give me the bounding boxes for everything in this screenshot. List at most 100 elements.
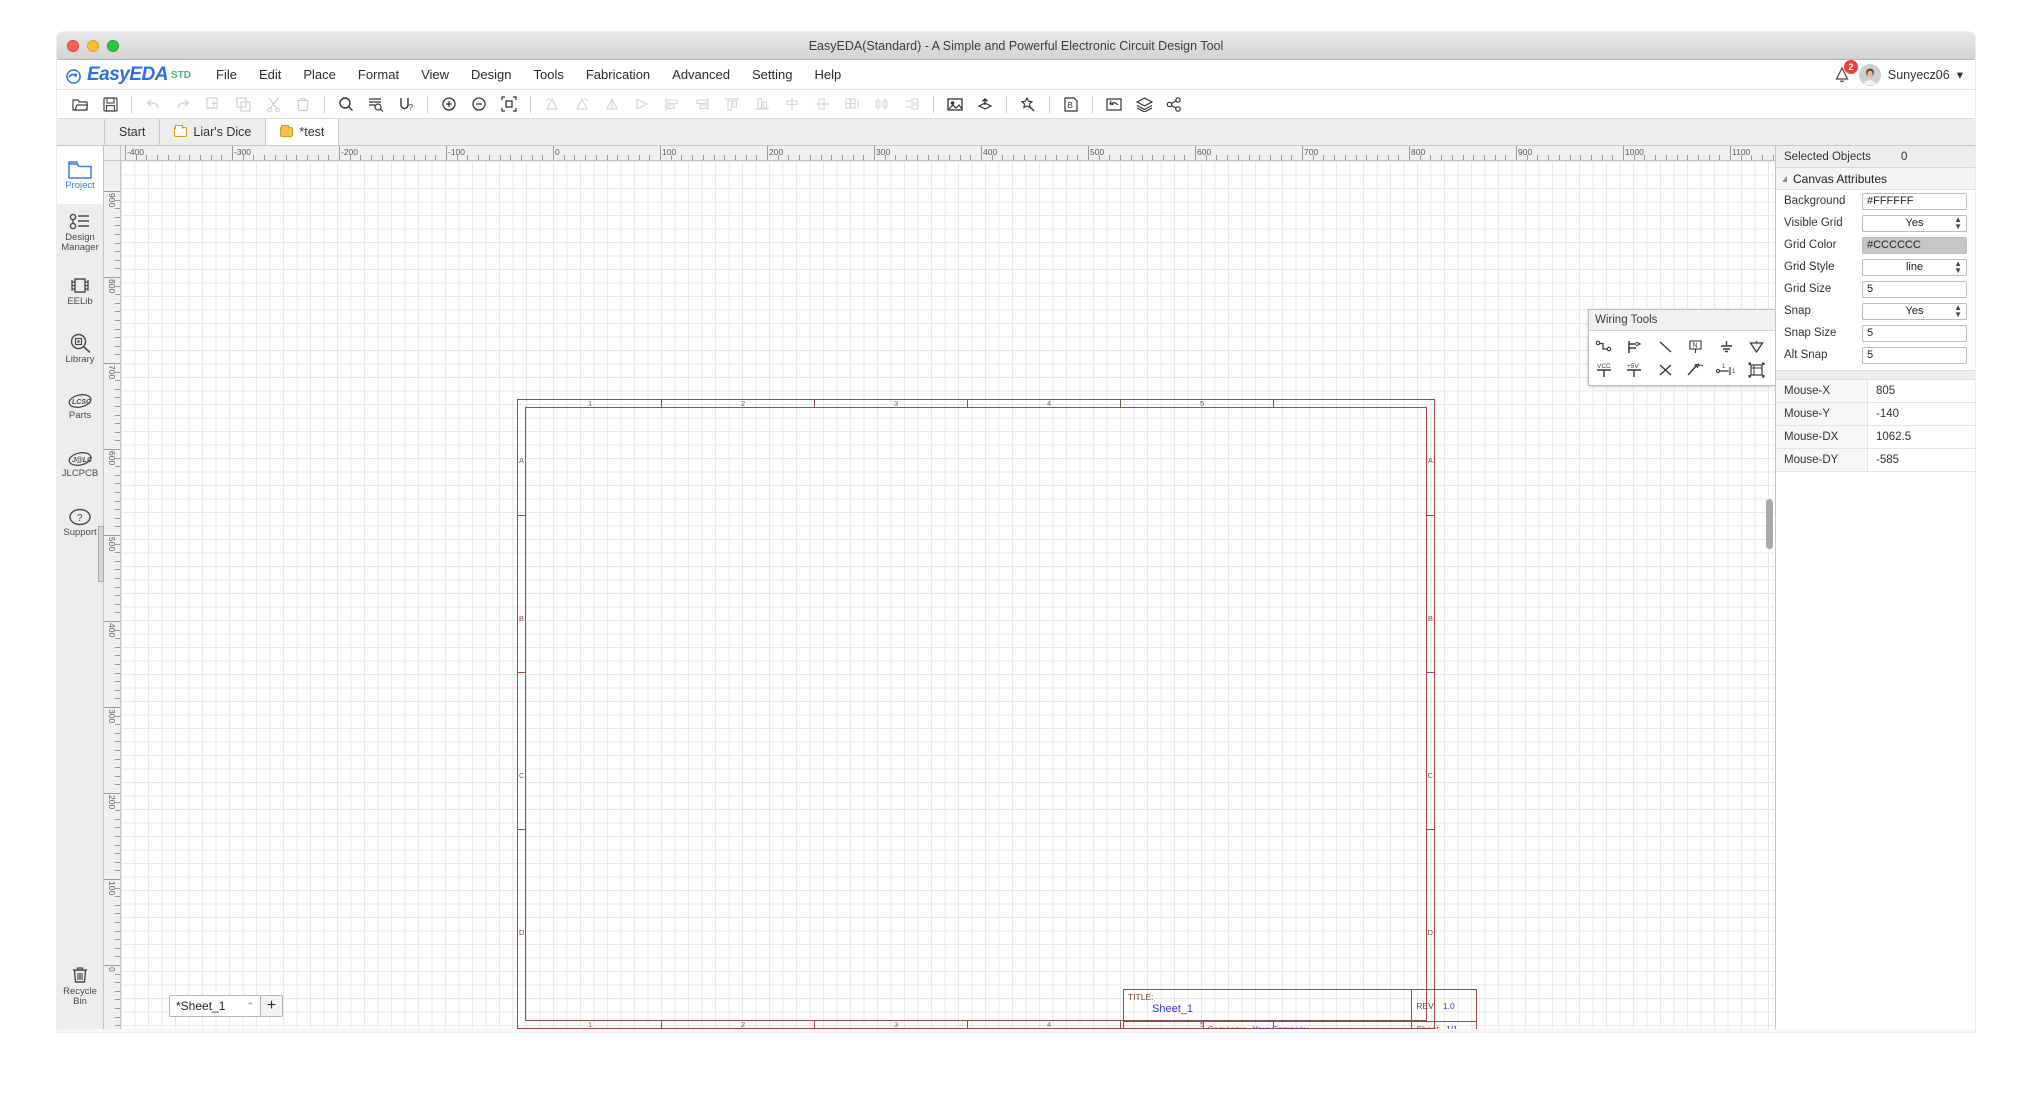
wiring-tools-panel[interactable]: Wiring Tools — N VCC +5V 11 xyxy=(1588,309,1775,386)
tab-test[interactable]: *test xyxy=(266,119,339,145)
username-label[interactable]: Sunyecz06 xyxy=(1888,68,1950,82)
attr-select-snap[interactable]: Yes ▲▼ xyxy=(1862,303,1967,320)
menu-setting[interactable]: Setting xyxy=(741,63,803,86)
no-connect-icon[interactable] xyxy=(1653,358,1678,381)
menu-fabrication[interactable]: Fabrication xyxy=(575,63,661,86)
net-port-short-icon[interactable]: 11 xyxy=(1714,358,1739,381)
sheet-select[interactable]: *Sheet_1 ⌃ xyxy=(169,995,261,1017)
pin-icon[interactable] xyxy=(1683,358,1708,381)
mirror-horizontal-icon[interactable] xyxy=(627,91,657,117)
cut-icon[interactable] xyxy=(258,91,288,117)
wiring-tools-header[interactable]: Wiring Tools — xyxy=(1589,310,1775,331)
sidebar-item-project[interactable]: Project xyxy=(57,146,103,204)
sidebar-item-support[interactable]: ? Support xyxy=(57,494,103,552)
sidebar-item-parts[interactable]: LCSC Parts xyxy=(57,378,103,436)
bus-entry-icon[interactable] xyxy=(1653,335,1678,358)
sidebar-item-library[interactable]: Library xyxy=(57,320,103,378)
attr-input-grid-color[interactable]: #CCCCCC xyxy=(1862,237,1967,254)
canvas-vertical-scrollbar[interactable] xyxy=(1766,499,1773,549)
delete-icon[interactable] xyxy=(288,91,318,117)
menu-tools[interactable]: Tools xyxy=(522,63,574,86)
attr-input-grid-size[interactable]: 5 xyxy=(1862,281,1967,298)
align-right-icon[interactable] xyxy=(687,91,717,117)
title-block[interactable]: TITLE: Sheet_1 REV: 1.0 xyxy=(1123,989,1477,1029)
tab-liars-dice[interactable]: Liar's Dice xyxy=(160,119,266,145)
bom-icon[interactable]: B xyxy=(1056,91,1086,117)
attr-input-background[interactable]: #FFFFFF xyxy=(1862,193,1967,210)
account-caret-icon[interactable]: ▾ xyxy=(1957,67,1963,82)
search-icon[interactable] xyxy=(331,91,361,117)
wire-icon[interactable] xyxy=(1592,335,1617,358)
vcc-icon[interactable]: VCC xyxy=(1592,358,1617,381)
import-icon[interactable] xyxy=(1099,91,1129,117)
horizontal-ruler[interactable]: -400-300-200-100010020030040050060070080… xyxy=(121,146,1775,161)
convert-to-pcb-icon[interactable] xyxy=(970,91,1000,117)
ruler-minor-tick xyxy=(885,155,886,160)
ruler-major-tick xyxy=(104,449,120,450)
netlabel-icon[interactable]: N xyxy=(1683,335,1708,358)
zoom-out-icon[interactable] xyxy=(464,91,494,117)
distribute-horizontal-icon[interactable] xyxy=(867,91,897,117)
align-top-icon[interactable] xyxy=(717,91,747,117)
add-sheet-button[interactable]: + xyxy=(261,995,283,1017)
sidebar-item-recycle-bin[interactable]: Recycle Bin xyxy=(57,957,103,1015)
menu-help[interactable]: Help xyxy=(803,63,852,86)
attr-select-grid-style[interactable]: line ▲▼ xyxy=(1862,259,1967,276)
avatar[interactable] xyxy=(1859,64,1881,86)
sheet-symbol-icon[interactable] xyxy=(1744,358,1769,381)
redo-icon[interactable] xyxy=(168,91,198,117)
menu-place[interactable]: Place xyxy=(292,63,347,86)
save-icon[interactable] xyxy=(95,91,125,117)
magic-wand-icon[interactable] xyxy=(1013,91,1043,117)
copy-icon[interactable] xyxy=(198,91,228,117)
attr-input-snap-size[interactable]: 5 xyxy=(1862,325,1967,342)
collapse-triangle-icon[interactable] xyxy=(1782,176,1787,182)
zoom-in-icon[interactable] xyxy=(434,91,464,117)
distribute-grid-icon[interactable] xyxy=(837,91,867,117)
align-left-icon[interactable] xyxy=(657,91,687,117)
menu-edit[interactable]: Edit xyxy=(248,63,292,86)
menu-bar: EasyEDA STD File Edit Place Format View … xyxy=(57,60,1975,90)
notifications-button[interactable]: 2 xyxy=(1832,65,1852,85)
sidebar-item-jlcpcb[interactable]: J@LC JLCPCB xyxy=(57,436,103,494)
ruler-minor-tick xyxy=(168,155,169,160)
attr-input-alt-snap[interactable]: 5 xyxy=(1862,347,1967,364)
rotate-left-icon[interactable] xyxy=(537,91,567,117)
ground-icon[interactable] xyxy=(1714,335,1739,358)
netflag-vcc-icon[interactable] xyxy=(1744,335,1769,358)
distribute-vertical-icon[interactable] xyxy=(897,91,927,117)
paste-icon[interactable] xyxy=(228,91,258,117)
zoom-fit-icon[interactable] xyxy=(494,91,524,117)
vertical-ruler[interactable]: 9008007006005004003002001000 xyxy=(104,161,121,1029)
layers-icon[interactable] xyxy=(1129,91,1159,117)
menu-format[interactable]: Format xyxy=(347,63,410,86)
menu-design[interactable]: Design xyxy=(460,63,522,86)
ruler-minor-tick xyxy=(1002,155,1003,160)
ruler-major-tick xyxy=(1516,146,1517,160)
find-similar-icon[interactable] xyxy=(361,91,391,117)
canvas-attributes-header[interactable]: Canvas Attributes xyxy=(1776,168,1975,190)
ruler-minor-tick xyxy=(115,836,120,837)
open-icon[interactable] xyxy=(65,91,95,117)
image-placement-icon[interactable] xyxy=(940,91,970,117)
undo-icon[interactable] xyxy=(138,91,168,117)
bus-icon[interactable] xyxy=(1622,335,1647,358)
align-bottom-icon[interactable] xyxy=(747,91,777,117)
sidebar-item-design-manager[interactable]: Design Manager xyxy=(57,204,103,262)
share-icon[interactable] xyxy=(1159,91,1189,117)
schematic-canvas[interactable]: -400-300-200-100010020030040050060070080… xyxy=(104,146,1775,1029)
mirror-vertical-icon[interactable] xyxy=(597,91,627,117)
ruler-minor-tick xyxy=(949,155,950,160)
menu-view[interactable]: View xyxy=(410,63,460,86)
menu-advanced[interactable]: Advanced xyxy=(661,63,741,86)
align-center-vertical-icon[interactable] xyxy=(777,91,807,117)
net-query-icon[interactable]: ? xyxy=(391,91,421,117)
plus5v-icon[interactable]: +5V xyxy=(1622,358,1647,381)
align-center-horizontal-icon[interactable] xyxy=(807,91,837,117)
sidebar-item-eelib[interactable]: EELib xyxy=(57,262,103,320)
tab-start[interactable]: Start xyxy=(104,119,160,145)
menu-file[interactable]: File xyxy=(205,63,248,86)
attr-select-visible-grid[interactable]: Yes ▲▼ xyxy=(1862,215,1967,232)
title-block-rev-value: 1.0 xyxy=(1443,1001,1455,1019)
rotate-right-icon[interactable] xyxy=(567,91,597,117)
